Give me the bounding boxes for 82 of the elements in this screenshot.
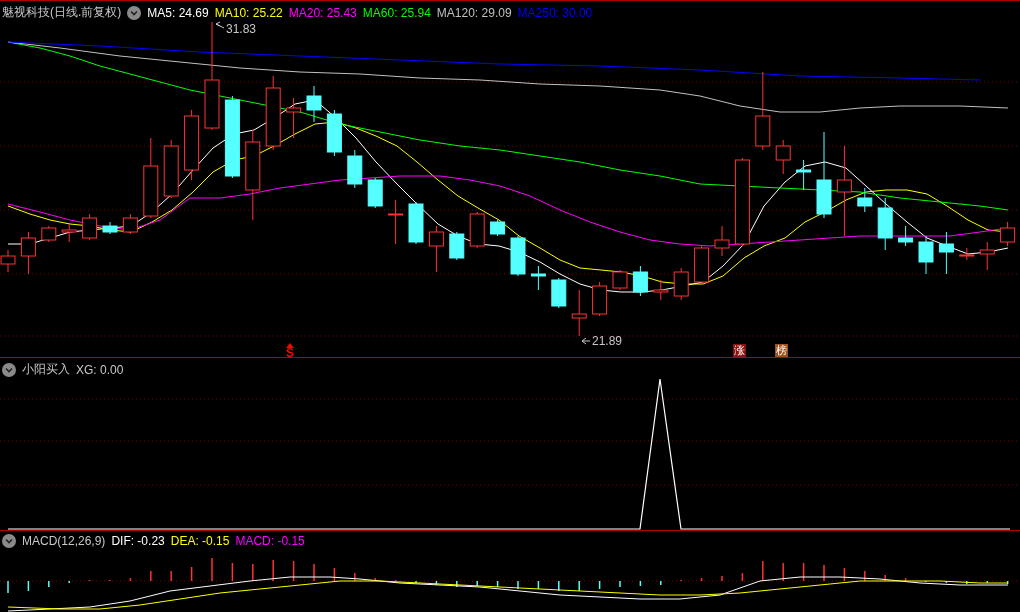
histogram-bar	[129, 577, 132, 582]
candlestick	[551, 277, 567, 309]
histogram-bar	[190, 566, 193, 582]
candlestick	[20, 231, 36, 275]
candlestick	[612, 269, 628, 291]
candlestick	[714, 225, 730, 257]
candlestick	[857, 187, 873, 213]
indicator-title: MACD(12,26,9)	[22, 534, 106, 548]
candlestick	[122, 213, 138, 235]
candlestick	[694, 245, 710, 285]
candlestick	[428, 225, 444, 273]
chart-title: 魅视科技(日线.前复权)	[2, 4, 122, 21]
candlestick	[163, 139, 179, 199]
candlestick	[571, 289, 587, 337]
candlestick	[388, 199, 404, 245]
macd-reading: MACD: -0.15	[235, 534, 305, 548]
candlestick	[877, 197, 893, 251]
chevron-down-icon[interactable]	[127, 5, 142, 20]
low-price-label: 21.89	[592, 334, 623, 348]
high-price-label: 31.83	[226, 22, 257, 36]
histogram-bar	[1006, 580, 1009, 585]
candlestick	[367, 177, 383, 209]
chevron-down-icon[interactable]	[2, 534, 16, 548]
histogram-bar	[945, 580, 948, 584]
candlestick	[286, 97, 302, 139]
candlestick	[775, 139, 791, 175]
candlestick	[530, 265, 546, 291]
ma-reading: MA250: 30.00	[517, 5, 593, 20]
histogram-bar	[598, 580, 601, 590]
histogram-bar	[88, 579, 91, 582]
histogram-bar	[292, 560, 295, 582]
candlestick	[510, 235, 526, 277]
candlestick	[918, 235, 934, 275]
candlestick	[326, 109, 342, 157]
macd-reading: DIF: -0.23	[111, 534, 165, 548]
signal-badge: 榜	[775, 344, 788, 357]
candlestick	[592, 281, 608, 317]
histogram-bar	[333, 567, 336, 582]
candlestick	[898, 225, 914, 247]
macd-reading: DEA: -0.15	[170, 534, 230, 548]
candlestick	[469, 211, 485, 249]
histogram-bar	[741, 572, 744, 582]
signal-mark: S	[286, 348, 294, 359]
histogram-bar	[435, 580, 438, 586]
ma-reading: MA60: 25.94	[362, 5, 431, 20]
candlestick	[796, 159, 812, 191]
chevron-down-icon[interactable]	[2, 362, 16, 377]
signal-badge: 涨	[733, 344, 746, 357]
histogram-bar	[802, 562, 805, 582]
indicator-title: 小阳买入	[22, 361, 70, 378]
candlestick	[673, 267, 689, 301]
histogram-bar	[843, 567, 846, 582]
candlestick	[184, 109, 200, 181]
histogram-bar	[27, 580, 30, 592]
ma-reading: MA5: 24.69	[147, 5, 209, 20]
candlestick	[959, 247, 975, 261]
histogram-bar	[496, 580, 499, 588]
candlestick	[306, 85, 322, 123]
candlestick	[979, 241, 995, 271]
candlestick	[1000, 221, 1016, 247]
histogram-bar	[700, 577, 703, 582]
histogram-bar	[904, 577, 907, 582]
candlestick	[632, 265, 648, 297]
candlestick	[347, 149, 363, 189]
candlestick	[449, 231, 465, 261]
indicator-reading: XG: 0.00	[76, 362, 124, 377]
ma-reading: MA120: 29.09	[436, 5, 512, 20]
candlestick	[102, 221, 118, 235]
histogram-bar	[231, 562, 234, 582]
histogram-bar	[639, 580, 642, 587]
histogram-bar	[394, 579, 397, 582]
candlestick	[61, 223, 77, 243]
ma-reading: MA20: 25.43	[288, 5, 357, 20]
candlestick	[653, 279, 669, 301]
ma-reading: MA10: 25.22	[214, 5, 283, 20]
histogram-bar	[537, 580, 540, 590]
candlestick	[408, 201, 424, 245]
candlestick	[490, 219, 506, 237]
candlestick	[82, 213, 98, 241]
candlestick	[41, 225, 57, 243]
caret-up-icon	[286, 343, 294, 348]
candlestick	[938, 231, 954, 275]
